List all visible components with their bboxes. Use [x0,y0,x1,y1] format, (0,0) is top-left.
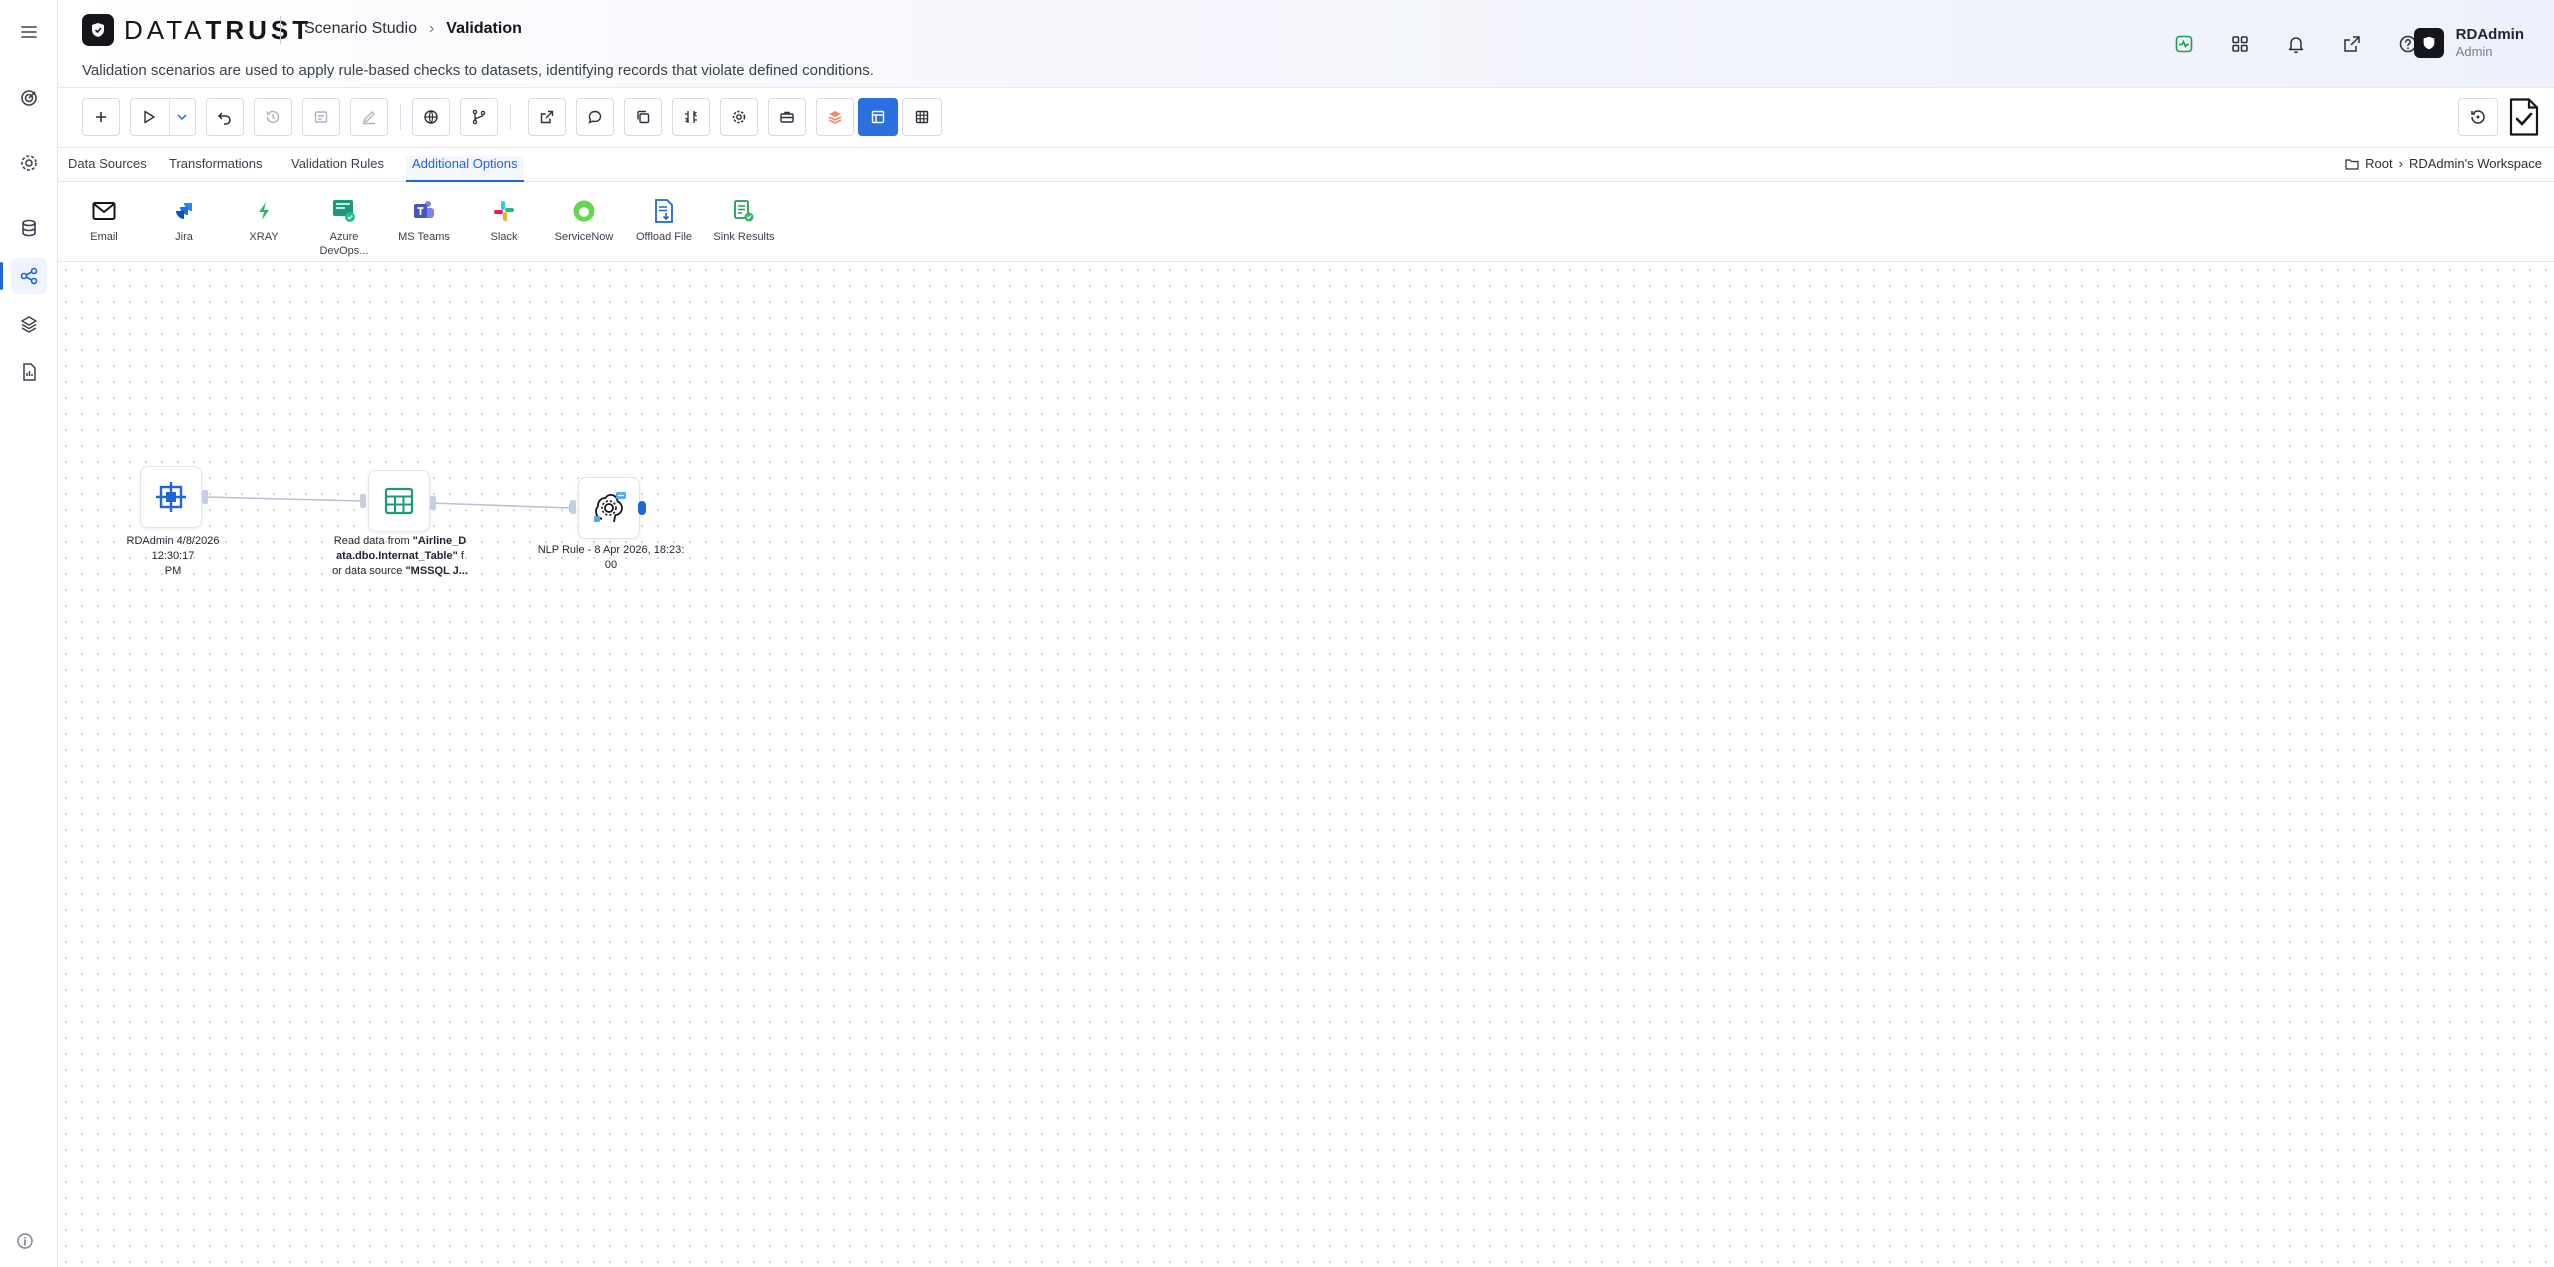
avatar [2413,27,2444,58]
palette-item-email[interactable]: Email [64,198,144,244]
panel-tabs: Data Sources Transformations Validation … [58,148,2554,182]
tab-additional-options[interactable]: Additional Options [406,156,524,182]
ai-rule-brain-icon [594,492,626,523]
header-actions [2168,28,2424,60]
offload-file-icon [651,198,677,224]
datatrust-logo[interactable]: DATATRUST [82,14,312,46]
tab-data-sources[interactable]: Data Sources [64,156,151,182]
settings-gear-icon[interactable] [11,145,47,181]
target-icon[interactable] [11,80,47,116]
brand-name: DATATRUST [124,14,313,45]
globe-button[interactable] [412,98,450,136]
user-role: Admin [2455,44,2493,59]
connector-read-to-nlp [429,502,572,509]
health-pulse-icon[interactable] [2168,28,2200,60]
export-button[interactable] [302,98,340,136]
scenario-canvas[interactable]: RDAdmin 4/8/2026 12:30:17 PM Read data f… [58,262,2554,1267]
slack-icon [491,198,517,224]
nlp-node-output-port[interactable] [638,501,646,515]
workspace-path[interactable]: Root › RDAdmin's Workspace [2345,156,2542,171]
toolbar-divider [510,104,511,130]
undo-button[interactable] [206,98,244,136]
envelope-icon [91,198,117,224]
xray-bolt-icon [251,198,277,224]
ms-teams-icon [411,198,437,224]
nlp-rule-node-label: NLP Rule - 8 Apr 2026, 18:23: 00 [537,544,685,571]
breadcrumb: Scenario Studio › Validation [304,20,522,38]
breadcrumb-root[interactable]: Scenario Studio [304,20,417,38]
layers-icon[interactable] [11,306,47,342]
add-button[interactable] [82,98,120,136]
servicenow-icon [571,198,597,224]
branch-button[interactable] [460,98,498,136]
start-node-label: RDAdmin 4/8/2026 12:30:17 PM [126,535,220,577]
database-icon[interactable] [11,210,47,246]
table-view-button[interactable] [902,98,942,136]
jira-icon [171,198,197,224]
scenario-flow-icon[interactable] [0,258,47,294]
path-workspace: RDAdmin's Workspace [2408,156,2542,171]
tab-validation-rules[interactable]: Validation Rules [287,156,388,182]
palette-item-slack[interactable]: Slack [464,198,544,244]
palette-item-jira[interactable]: Jira [144,198,224,244]
user-profile[interactable]: RDAdmin Admin [2413,26,2524,59]
toolbar-divider [400,104,401,130]
connector-start-to-read [204,496,363,502]
breadcrumb-current: Validation [446,20,522,37]
logo-divider [280,16,281,44]
nlp-node-input-port[interactable] [570,500,576,514]
run-button[interactable] [130,98,196,136]
restore-button[interactable] [2458,98,2498,136]
palette-item-xray[interactable]: XRAY [224,198,304,244]
compare-button[interactable] [672,98,710,136]
comment-button[interactable] [576,98,614,136]
chevron-right-icon: › [2398,156,2403,171]
stack-layers-button[interactable] [816,98,854,136]
start-node-output-port[interactable] [202,490,208,504]
menu-icon[interactable] [11,14,47,50]
start-node[interactable] [140,466,202,528]
chevron-down-icon [177,114,187,121]
report-icon[interactable] [11,354,47,390]
validate-document-icon[interactable] [2504,96,2544,138]
gear-button[interactable] [720,98,758,136]
tab-transformations[interactable]: Transformations [165,156,266,182]
copy-button[interactable] [624,98,662,136]
palette-item-offload-file[interactable]: Offload File [624,198,704,244]
left-nav-rail [0,0,58,1267]
folder-icon [2345,158,2359,170]
user-name: RDAdmin [2455,26,2524,43]
app-header: DATATRUST Scenario Studio › Validation V… [58,0,2554,88]
chevron-right-icon: › [428,20,435,37]
share-button[interactable] [528,98,566,136]
edit-button[interactable] [350,98,388,136]
external-link-icon[interactable] [2336,28,2368,60]
toolbox-button[interactable] [768,98,806,136]
azure-devops-icon [331,198,357,224]
shield-logo-icon [82,14,114,46]
read-node-output-port[interactable] [430,496,436,510]
integration-palette: Email Jira XRAY Azure DevOps... MS Teams… [58,182,2554,262]
play-icon [144,110,155,124]
sink-results-icon [731,198,757,224]
info-icon[interactable] [16,1232,34,1255]
palette-item-azure-devops[interactable]: Azure DevOps... [304,198,384,258]
history-button[interactable] [254,98,292,136]
palette-item-ms-teams[interactable]: MS Teams [384,198,464,244]
bell-icon[interactable] [2280,28,2312,60]
table-icon [384,487,414,515]
read-data-node[interactable] [368,470,430,532]
page-description: Validation scenarios are used to apply r… [82,62,874,79]
nlp-rule-node[interactable] [578,477,640,539]
scenario-toolbar [58,88,2554,148]
read-node-input-port[interactable] [360,494,366,508]
palette-item-servicenow[interactable]: ServiceNow [544,198,624,244]
path-root: Root [2365,156,2393,171]
apps-grid-icon[interactable] [2224,28,2256,60]
palette-item-sink-results[interactable]: Sink Results [704,198,784,244]
canvas-view-button[interactable] [858,98,898,136]
read-data-node-label: Read data from "Airline_D ata.dbo.Intern… [332,535,468,577]
start-trigger-icon [156,482,186,512]
